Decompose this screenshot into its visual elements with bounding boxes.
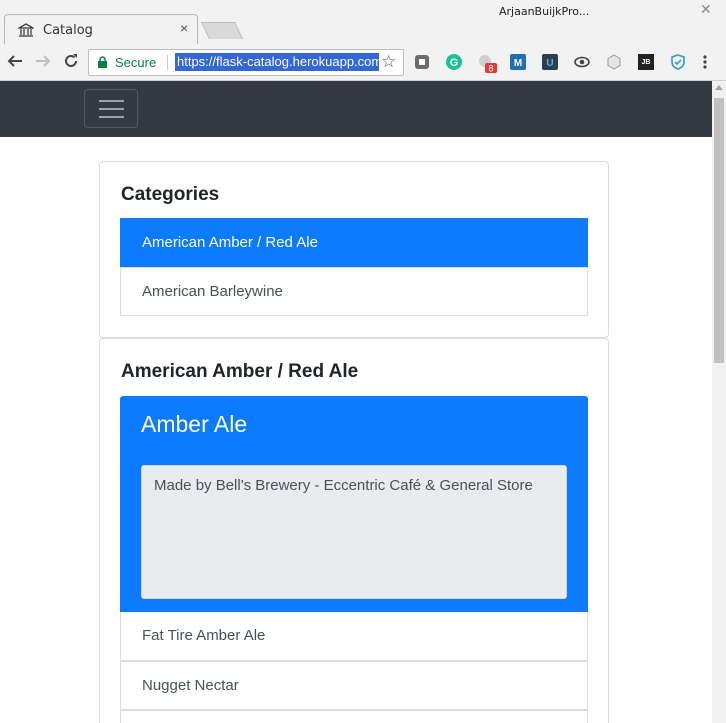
url-text[interactable]: https://flask-catalog.herokuapp.com (175, 53, 379, 71)
omnibox-divider (167, 55, 168, 70)
address-bar[interactable]: Secure https://flask-catalog.herokuapp.c… (88, 49, 404, 76)
hamburger-icon-line (99, 108, 124, 110)
eye-icon[interactable] (574, 54, 590, 70)
bookmark-star-icon[interactable]: ☆ (381, 52, 396, 72)
svg-text:M: M (514, 58, 522, 69)
svg-text:8: 8 (488, 64, 493, 74)
item-description-box: Made by Bell's Brewery - Eccentric Café … (141, 465, 567, 599)
tab-close-icon[interactable]: × (180, 20, 188, 36)
selected-item-name: Amber Ale (141, 411, 248, 437)
category-item-active[interactable]: American Amber / Red Ale (120, 218, 588, 267)
extension-square-icon[interactable] (414, 54, 430, 70)
navbar (0, 81, 712, 137)
tab-catalog[interactable]: Catalog × (4, 14, 198, 45)
browser-toolbar: Secure https://flask-catalog.herokuapp.c… (0, 44, 726, 81)
extension-m-icon[interactable]: M (510, 54, 526, 70)
svg-text:U: U (546, 58, 553, 69)
lock-icon (97, 56, 108, 74)
scroll-thumb[interactable] (714, 98, 724, 363)
grammarly-icon[interactable]: G (446, 54, 462, 70)
hamburger-icon (99, 100, 124, 102)
category-item[interactable]: American Barleywine (120, 267, 588, 316)
hamburger-icon-line (99, 116, 124, 118)
extension-badge-icon[interactable]: 8 (478, 54, 497, 74)
menu-dots-icon[interactable] (702, 54, 712, 70)
profile-name[interactable]: ArjaanBuijkPro... (499, 5, 589, 18)
svg-text:JB: JB (642, 59, 651, 66)
browser-tabstrip: Catalog × ArjaanBuijkPro... ✕ (0, 0, 726, 45)
jetbrains-icon[interactable]: JB (638, 54, 654, 70)
categories-title: Categories (121, 184, 220, 205)
secure-label: Secure (115, 55, 157, 70)
selected-item-panel[interactable]: Amber Ale Made by Bell's Brewery - Eccen… (120, 396, 588, 612)
shield-check-icon[interactable] (670, 54, 686, 70)
reload-icon[interactable] (62, 52, 80, 70)
item-list-item[interactable]: Nugget Nectar (120, 661, 588, 710)
museum-icon (16, 22, 36, 38)
items-card-title: American Amber / Red Ale (121, 361, 359, 382)
back-arrow-icon[interactable] (6, 52, 24, 70)
page-scrollbar[interactable] (712, 81, 726, 723)
item-list-item-partial[interactable] (120, 710, 588, 723)
page-viewport: Categories American Amber / Red Ale Amer… (0, 81, 712, 723)
new-tab-button[interactable] (201, 22, 243, 39)
scroll-up-arrow-icon[interactable] (715, 85, 723, 90)
categories-card: Categories American Amber / Red Ale Amer… (99, 161, 609, 338)
items-card: American Amber / Red Ale Amber Ale Made … (99, 338, 609, 723)
extension-u-icon[interactable]: U (542, 54, 558, 70)
window-close-icon[interactable]: ✕ (700, 1, 712, 18)
svg-text:G: G (450, 57, 459, 69)
item-list-item[interactable]: Fat Tire Amber Ale (120, 612, 588, 661)
navbar-toggler-button[interactable] (84, 89, 138, 128)
tab-title: Catalog (43, 23, 93, 38)
forward-arrow-icon[interactable] (34, 52, 52, 70)
cube-icon[interactable] (606, 54, 622, 70)
